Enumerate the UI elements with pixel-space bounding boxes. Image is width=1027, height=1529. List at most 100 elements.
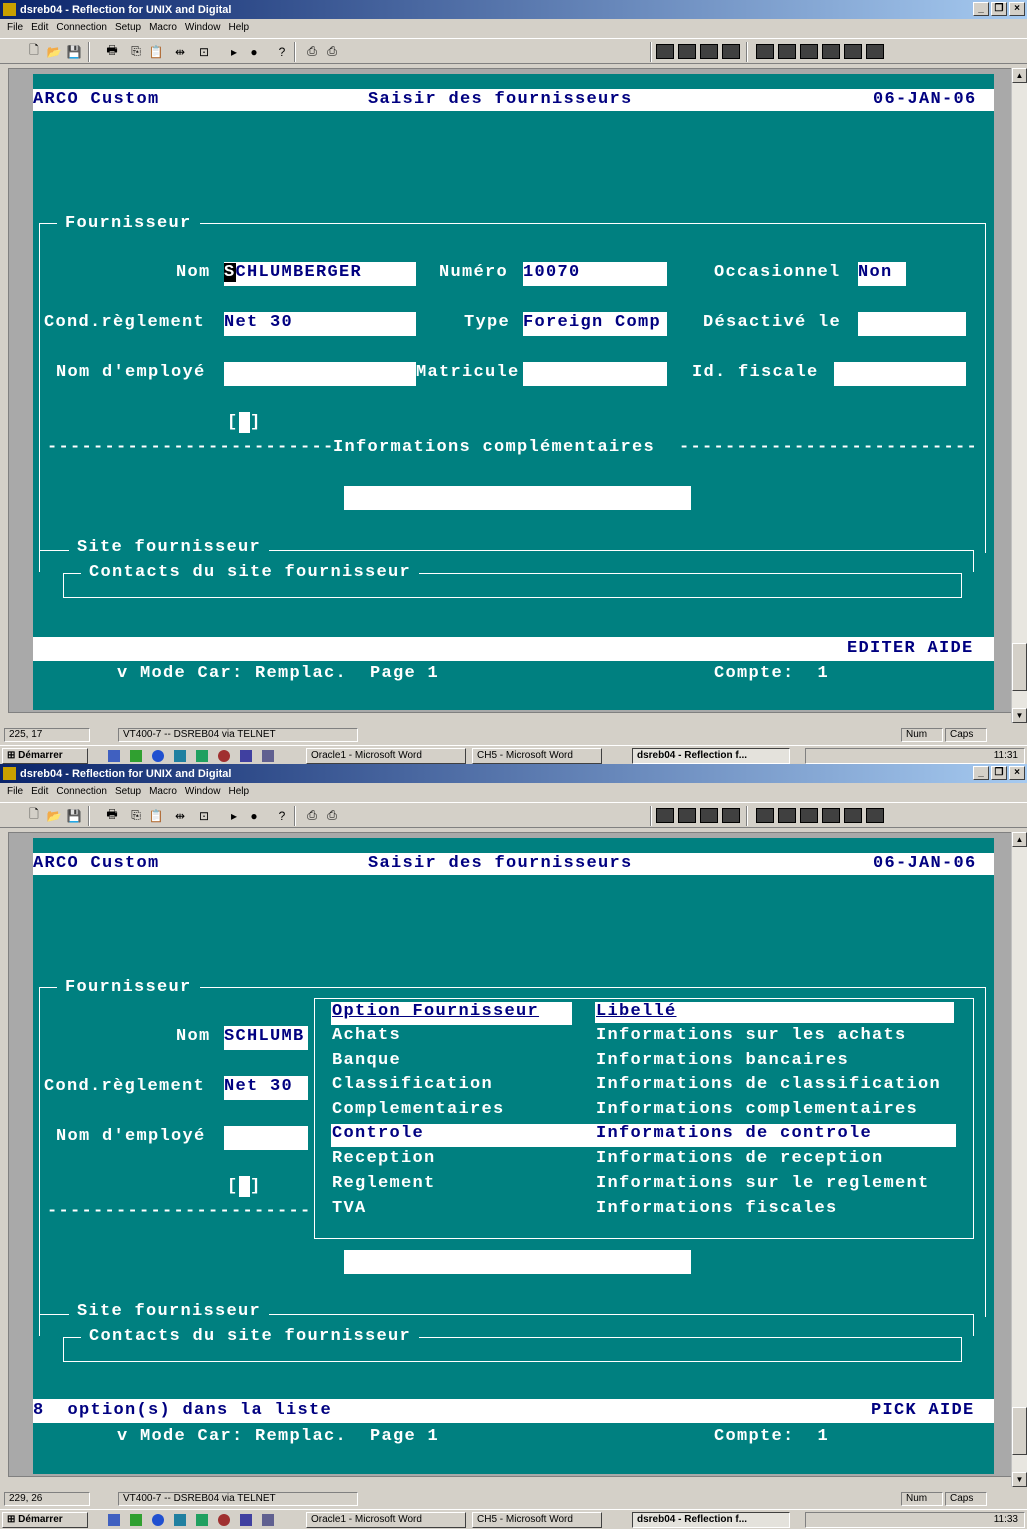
terminal-area[interactable]: ARCO Custom Saisir des fournisseurs 06-J… bbox=[8, 832, 1012, 1477]
scroll-up-icon[interactable]: ▲ bbox=[1012, 832, 1027, 847]
list-item[interactable]: Classification Informations de classific… bbox=[331, 1075, 956, 1099]
quicklaunch-browser-icon[interactable] bbox=[218, 1514, 230, 1526]
play-macro-icon[interactable]: ▸ bbox=[226, 44, 242, 59]
paste-icon[interactable]: 📋 bbox=[148, 44, 164, 59]
menu-file[interactable]: File bbox=[4, 20, 28, 38]
toolbar-button-2-icon[interactable] bbox=[678, 808, 696, 823]
record-macro-icon[interactable]: ● bbox=[246, 44, 262, 59]
copy-icon[interactable]: ⎘ bbox=[128, 44, 144, 59]
list-item[interactable]: Reception Informations de reception bbox=[331, 1149, 956, 1173]
scroll-down-icon[interactable]: ▼ bbox=[1012, 708, 1027, 723]
toolbar-button-6-icon[interactable] bbox=[778, 808, 796, 823]
quicklaunch-app-icon[interactable] bbox=[196, 750, 208, 762]
print-icon[interactable]: 🖶 bbox=[104, 807, 120, 823]
save-icon[interactable]: 💾 bbox=[66, 44, 82, 59]
info-complementaires-field[interactable] bbox=[344, 486, 691, 510]
toolbar-button-5-icon[interactable] bbox=[756, 808, 774, 823]
minimize-button[interactable]: _ bbox=[973, 2, 989, 16]
info-complementaires-field[interactable] bbox=[344, 1250, 691, 1274]
nom-employe-field[interactable] bbox=[224, 1126, 308, 1150]
toolbar-button-9-icon[interactable] bbox=[844, 808, 862, 823]
terminal-screen[interactable]: ARCO Custom Saisir des fournisseurs 06-J… bbox=[33, 74, 994, 710]
toolbar-button-4-icon[interactable] bbox=[722, 808, 740, 823]
type-field[interactable]: Foreign Comp bbox=[523, 312, 667, 336]
numero-field[interactable]: 10070 bbox=[523, 262, 667, 286]
print-icon[interactable]: 🖶 bbox=[104, 43, 120, 59]
save-icon[interactable]: 💾 bbox=[66, 808, 82, 823]
menu-edit[interactable]: Edit bbox=[28, 20, 53, 38]
menu-file[interactable]: File bbox=[4, 784, 28, 802]
quicklaunch-media-icon[interactable] bbox=[174, 750, 186, 762]
close-button[interactable]: × bbox=[1009, 766, 1025, 780]
toolbar-button-6-icon[interactable] bbox=[778, 44, 796, 59]
connect-icon[interactable]: ⇹ bbox=[172, 808, 188, 823]
window-title-bar[interactable]: dsreb04 - Reflection for UNIX and Digita… bbox=[0, 764, 1027, 783]
menu-edit[interactable]: Edit bbox=[28, 784, 53, 802]
scroll-thumb[interactable] bbox=[1012, 1407, 1027, 1455]
toolbar-button-3-icon[interactable] bbox=[700, 808, 718, 823]
menu-window[interactable]: Window bbox=[182, 784, 226, 802]
toolbar-button-1-icon[interactable] bbox=[656, 44, 674, 59]
session-icon[interactable]: ⊡ bbox=[196, 808, 212, 823]
window-title-bar[interactable]: dsreb04 - Reflection for UNIX and Digita… bbox=[0, 0, 1027, 19]
terminal-screen[interactable]: ARCO Custom Saisir des fournisseurs 06-J… bbox=[33, 838, 994, 1474]
terminal-setup-icon[interactable]: ⎙ bbox=[304, 808, 320, 823]
toolbar-button-10-icon[interactable] bbox=[866, 808, 884, 823]
copy-icon[interactable]: ⎘ bbox=[128, 808, 144, 823]
menu-window[interactable]: Window bbox=[182, 20, 226, 38]
menu-macro[interactable]: Macro bbox=[146, 20, 182, 38]
id-fiscale-field[interactable] bbox=[834, 362, 966, 386]
list-item[interactable]: Reglement Informations sur le reglement bbox=[331, 1174, 956, 1198]
paste-icon[interactable]: 📋 bbox=[148, 808, 164, 823]
menu-setup[interactable]: Setup bbox=[112, 20, 146, 38]
quicklaunch-outlook-icon[interactable] bbox=[130, 1514, 142, 1526]
quicklaunch-ie-icon[interactable] bbox=[152, 750, 164, 762]
vertical-scrollbar[interactable]: ▲ ▼ bbox=[1011, 68, 1027, 723]
session-icon[interactable]: ⊡ bbox=[196, 44, 212, 59]
quicklaunch-tool-icon[interactable] bbox=[240, 1514, 252, 1526]
quicklaunch-other-icon[interactable] bbox=[262, 1514, 274, 1526]
toolbar-button-7-icon[interactable] bbox=[800, 808, 818, 823]
toolbar-button-4-icon[interactable] bbox=[722, 44, 740, 59]
list-item[interactable]: Achats Informations sur les achats bbox=[331, 1026, 956, 1050]
task-reflection[interactable]: dsreb04 - Reflection f... bbox=[632, 1512, 790, 1528]
start-button[interactable]: ⊞ Démarrer bbox=[2, 748, 88, 764]
list-item[interactable]: TVA Informations fiscales bbox=[331, 1199, 956, 1223]
quicklaunch-desktop-icon[interactable] bbox=[108, 1514, 120, 1526]
toolbar-button-9-icon[interactable] bbox=[844, 44, 862, 59]
quicklaunch-ie-icon[interactable] bbox=[152, 1514, 164, 1526]
menu-macro[interactable]: Macro bbox=[146, 784, 182, 802]
keyboard-setup-icon[interactable]: ⎙ bbox=[324, 808, 340, 823]
checkbox-field[interactable] bbox=[239, 412, 250, 433]
menu-connection[interactable]: Connection bbox=[53, 784, 112, 802]
quicklaunch-other-icon[interactable] bbox=[262, 750, 274, 762]
quicklaunch-browser-icon[interactable] bbox=[218, 750, 230, 762]
keyboard-setup-icon[interactable]: ⎙ bbox=[324, 44, 340, 59]
cond-reglement-field[interactable]: Net 30 bbox=[224, 312, 416, 336]
toolbar-button-7-icon[interactable] bbox=[800, 44, 818, 59]
quicklaunch-desktop-icon[interactable] bbox=[108, 750, 120, 762]
quicklaunch-media-icon[interactable] bbox=[174, 1514, 186, 1526]
toolbar-button-10-icon[interactable] bbox=[866, 44, 884, 59]
menu-help[interactable]: Help bbox=[225, 20, 254, 38]
nom-field[interactable]: SCHLUMB bbox=[224, 1026, 308, 1050]
list-item[interactable]: Banque Informations bancaires bbox=[331, 1051, 956, 1075]
toolbar-button-8-icon[interactable] bbox=[822, 44, 840, 59]
restore-button[interactable]: ❐ bbox=[991, 766, 1007, 780]
open-folder-icon[interactable]: 📂 bbox=[46, 808, 62, 823]
record-macro-icon[interactable]: ● bbox=[246, 808, 262, 823]
menu-connection[interactable]: Connection bbox=[53, 20, 112, 38]
start-button[interactable]: ⊞ Démarrer bbox=[2, 1512, 88, 1528]
menu-setup[interactable]: Setup bbox=[112, 784, 146, 802]
list-item[interactable]: Complementaires Informations complementa… bbox=[331, 1100, 956, 1124]
nom-field[interactable]: SCHLUMBERGER bbox=[224, 262, 416, 286]
task-ch5[interactable]: CH5 - Microsoft Word bbox=[472, 748, 602, 764]
scroll-down-icon[interactable]: ▼ bbox=[1012, 1472, 1027, 1487]
toolbar-button-5-icon[interactable] bbox=[756, 44, 774, 59]
nom-employe-field[interactable] bbox=[224, 362, 416, 386]
menu-help[interactable]: Help bbox=[225, 784, 254, 802]
help-pointer-icon[interactable]: ? bbox=[274, 44, 290, 59]
toolbar-button-8-icon[interactable] bbox=[822, 808, 840, 823]
toolbar-button-1-icon[interactable] bbox=[656, 808, 674, 823]
new-file-icon[interactable]: 🗋 bbox=[26, 43, 42, 59]
